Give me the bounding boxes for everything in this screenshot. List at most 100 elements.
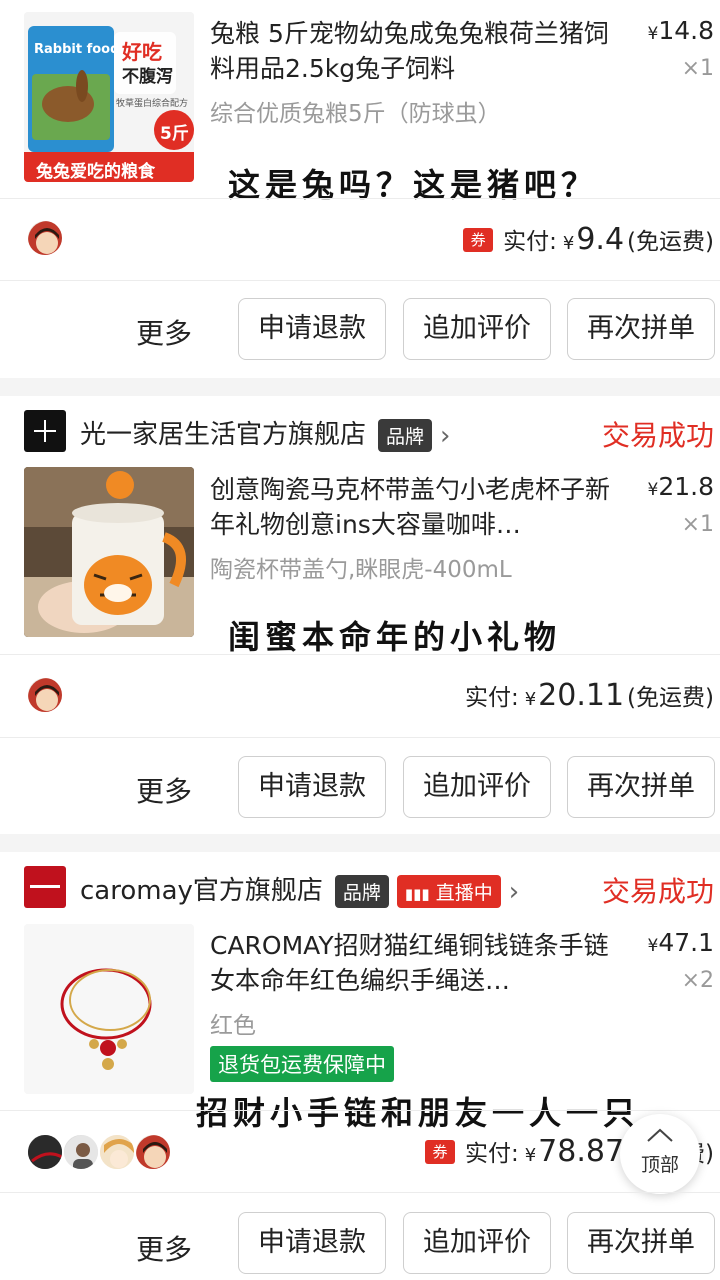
paid-amount-row: 券 实付: ¥ 9.4 (免运费)	[463, 222, 714, 257]
more-button[interactable]: 更多	[136, 770, 192, 810]
shipping-note: (免运费)	[627, 229, 714, 255]
order-status: 交易成功	[601, 419, 714, 452]
thumb-weight-text: 5斤	[160, 124, 189, 144]
product-thumbnail-bracelet[interactable]	[24, 924, 194, 1094]
product-price: ¥14.8	[648, 16, 715, 45]
product-thumbnail-tiger-mug[interactable]	[24, 467, 194, 637]
store-name: caromay官方旗舰店	[80, 876, 323, 906]
coupon-badge: 券	[424, 1139, 455, 1164]
price-value: 14.8	[658, 16, 714, 45]
avatar[interactable]	[98, 1133, 136, 1171]
divider	[0, 737, 720, 738]
overlay-caption: 闺蜜本命年的小礼物	[228, 618, 562, 656]
thumb-tag-no-diarrhea: 不腹泻	[122, 67, 173, 87]
overlay-caption: 招财小手链和朋友一人一只	[196, 1094, 641, 1132]
rebuy-button[interactable]: 再次拼单	[567, 756, 715, 818]
product-price: ¥21.8	[648, 472, 715, 501]
caromay-logo-icon	[30, 885, 60, 888]
shipping-note: (免运费)	[627, 685, 714, 711]
price-value: 47.1	[658, 928, 714, 957]
product-spec: 红色	[210, 1013, 256, 1039]
more-button[interactable]: 更多	[136, 1228, 192, 1268]
order-status: 交易成功	[601, 875, 714, 908]
request-refund-button[interactable]: 申请退款	[238, 1212, 386, 1274]
store-logo[interactable]	[24, 410, 66, 452]
paid-currency: ¥	[524, 689, 537, 710]
add-review-button[interactable]: 追加评价	[403, 1212, 551, 1274]
thumb-sub-text: 牧草蛋白综合配方	[116, 99, 189, 109]
paid-label: 实付:	[464, 685, 519, 711]
paid-currency: ¥	[524, 1145, 537, 1166]
brand-badge: 品牌	[334, 875, 389, 908]
paid-amount-row: 实付: ¥ 20.11 (免运费)	[465, 678, 714, 713]
rebuy-button[interactable]: 再次拼单	[567, 1212, 715, 1274]
paid-amount: 20.11	[538, 678, 625, 713]
divider	[0, 280, 720, 281]
request-refund-button[interactable]: 申请退款	[238, 756, 386, 818]
avatar[interactable]	[26, 676, 64, 714]
store-logo[interactable]	[24, 866, 66, 908]
product-thumbnail-rabbit-food[interactable]: Rabbit food 好吃 不腹泻 牧草蛋白综合配方 5斤 兔兔爱吃的粮食	[24, 12, 194, 182]
tiger-mug-image	[24, 467, 194, 637]
avatar[interactable]	[26, 1133, 64, 1171]
more-button[interactable]: 更多	[136, 312, 192, 352]
product-spec: 陶瓷杯带盖勺,眯眼虎-400mL	[210, 557, 512, 583]
brand-badge: 品牌	[378, 419, 433, 452]
avatar-cartoon-icon	[28, 221, 62, 255]
paid-amount: 78.87	[538, 1134, 625, 1169]
avatar[interactable]	[62, 1133, 100, 1171]
price-currency: ¥	[647, 480, 659, 500]
product-quantity: ×2	[681, 968, 714, 993]
price-currency: ¥	[647, 936, 659, 956]
paid-currency: ¥	[562, 233, 575, 254]
back-to-top-button[interactable]: 顶部	[620, 1114, 700, 1194]
price-currency: ¥	[647, 24, 659, 44]
avatar-dark-icon	[28, 1135, 62, 1169]
product-spec: 综合优质兔粮5斤（防球虫）	[210, 101, 501, 127]
return-shipping-guarantee-badge: 退货包运费保障中	[210, 1046, 394, 1082]
chevron-right-icon: ›	[508, 876, 520, 907]
live-badge-label: 直播中	[435, 882, 493, 904]
chevron-right-icon: ›	[440, 420, 451, 451]
store-name-row[interactable]: 光一家居生活官方旗舰店 品牌 ›	[80, 414, 450, 452]
divider	[0, 1110, 720, 1111]
avatar[interactable]	[26, 219, 64, 257]
coupon-badge: 券	[463, 227, 494, 252]
live-bars-icon: ▮▮▮	[404, 885, 430, 903]
product-quantity: ×1	[681, 56, 714, 81]
paid-amount: 9.4	[576, 222, 625, 257]
avatar-cartoon-icon	[28, 678, 62, 712]
red-bracelet-image	[24, 924, 194, 1094]
thumb-bottom-text: 兔兔爱吃的粮食	[36, 162, 155, 182]
chevron-up-icon	[647, 1128, 673, 1142]
thumb-brand-text: Rabbit food	[34, 42, 120, 57]
add-review-button[interactable]: 追加评价	[403, 298, 551, 360]
add-review-button[interactable]: 追加评价	[403, 756, 551, 818]
live-badge: ▮▮▮ 直播中	[396, 875, 501, 908]
divider	[0, 198, 720, 199]
store-name: 光一家居生活官方旗舰店	[80, 420, 367, 450]
section-gap	[0, 378, 720, 396]
product-title[interactable]: 创意陶瓷马克杯带盖勺小老虎杯子新年礼物创意ins大容量咖啡…	[210, 472, 630, 542]
store-name-row[interactable]: caromay官方旗舰店 品牌 ▮▮▮ 直播中 ›	[80, 870, 519, 908]
avatar-cartoon-icon	[136, 1135, 170, 1169]
paid-label: 实付:	[503, 229, 557, 255]
product-price: ¥47.1	[648, 928, 715, 957]
price-value: 21.8	[658, 472, 714, 501]
back-to-top-label: 顶部	[640, 1154, 679, 1176]
divider	[0, 654, 720, 655]
divider	[0, 1192, 720, 1193]
request-refund-button[interactable]: 申请退款	[238, 298, 386, 360]
product-title[interactable]: CAROMAY招财猫红绳铜钱链条手链女本命年红色编织手绳送…	[210, 928, 630, 998]
overlay-caption: 这是兔吗？这是猪吧？	[228, 166, 599, 204]
avatar-person-icon	[64, 1135, 98, 1169]
product-quantity: ×1	[681, 512, 714, 537]
thumb-tag-tasty: 好吃	[122, 40, 162, 64]
rebuy-button[interactable]: 再次拼单	[567, 298, 715, 360]
avatar[interactable]	[134, 1133, 172, 1171]
section-gap	[0, 834, 720, 852]
store-logo-icon	[34, 420, 56, 442]
paid-label: 实付:	[464, 1141, 519, 1167]
avatar-anime-icon	[100, 1135, 134, 1169]
product-title[interactable]: 兔粮 5斤宠物幼兔成兔兔粮荷兰猪饲料用品2.5kg兔子饲料	[210, 16, 630, 86]
